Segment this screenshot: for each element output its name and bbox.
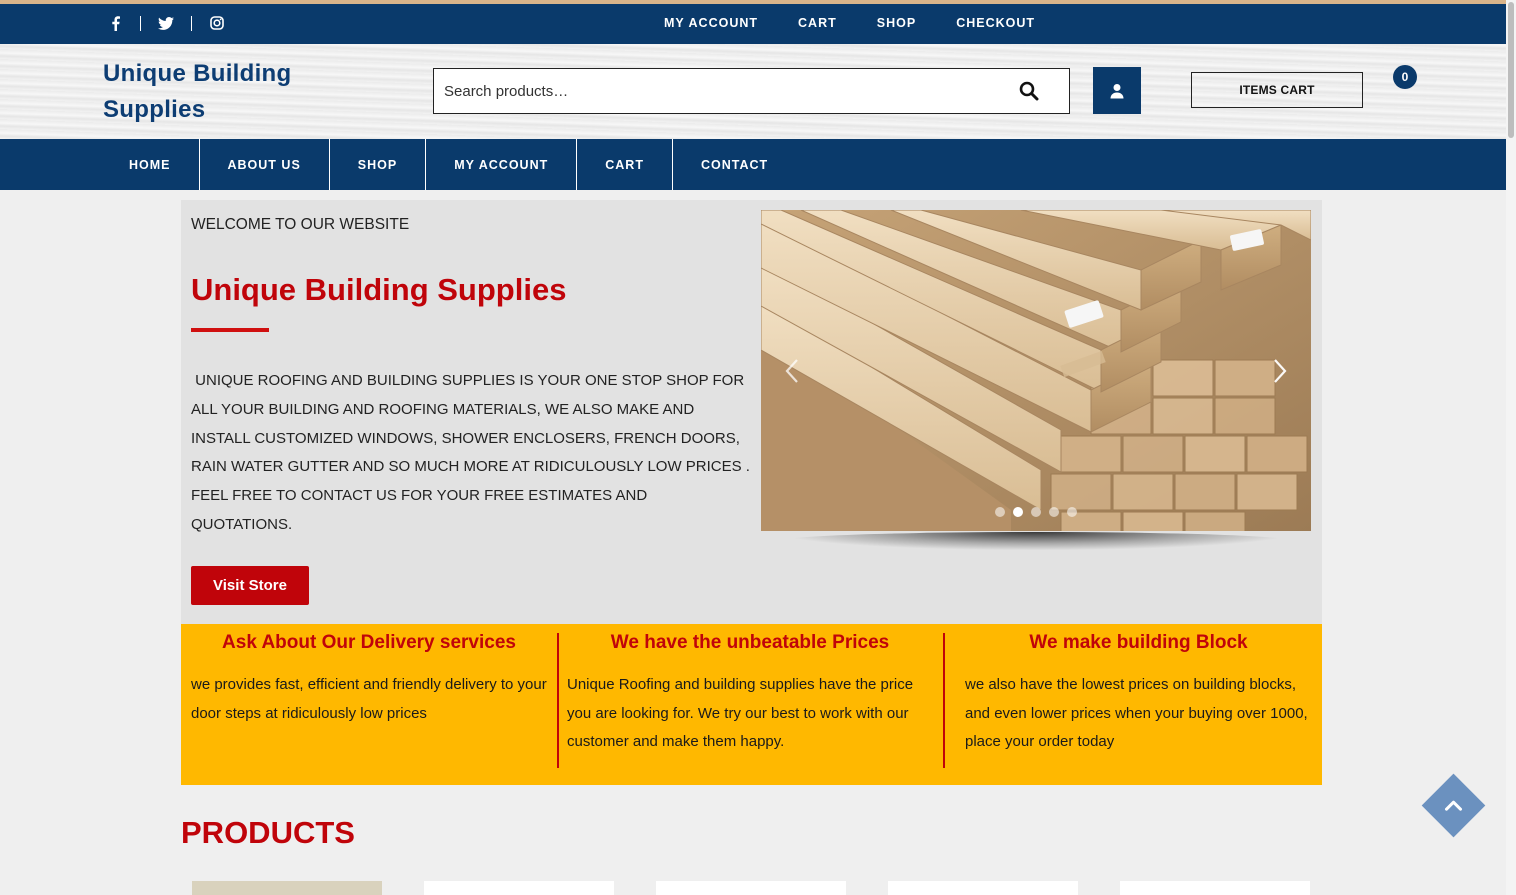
search-box [433, 68, 1070, 114]
social-divider [191, 15, 192, 31]
product-card[interactable] [424, 881, 614, 895]
nav-link-about-us[interactable]: ABOUT US [228, 158, 301, 172]
page-scrollbar[interactable] [1506, 0, 1516, 895]
features-strip: Ask About Our Delivery services we provi… [181, 624, 1322, 785]
slider-dot[interactable] [995, 507, 1005, 517]
slider-dot-active[interactable] [1013, 507, 1023, 517]
search-icon[interactable] [1019, 81, 1039, 101]
product-card[interactable] [888, 881, 1078, 895]
nav-link-my-account[interactable]: MY ACCOUNT [454, 158, 548, 172]
feature-title: We have the unbeatable Prices [610, 632, 890, 653]
topnav-shop[interactable]: SHOP [877, 16, 916, 30]
image-slider[interactable] [761, 210, 1311, 531]
nav-link-home[interactable]: HOME [129, 158, 171, 172]
slider-dot[interactable] [1049, 507, 1059, 517]
products-heading: PRODUCTS [181, 815, 355, 850]
product-card[interactable] [1120, 881, 1310, 895]
slider-dot[interactable] [1031, 507, 1041, 517]
nav-item-about-us[interactable]: ABOUT US [200, 139, 330, 190]
lumber-stack-image [761, 210, 1311, 531]
nav-link-shop[interactable]: SHOP [358, 158, 397, 172]
slider-pagination [995, 507, 1077, 517]
product-card[interactable] [656, 881, 846, 895]
account-button[interactable] [1093, 67, 1141, 114]
facebook-icon[interactable] [104, 12, 126, 34]
product-card[interactable] [192, 881, 382, 895]
visit-store-button[interactable]: Visit Store [191, 566, 309, 605]
top-bar: MY ACCOUNT CART SHOP CHECKOUT [0, 0, 1506, 44]
hero-title: Unique Building Supplies [191, 272, 567, 307]
welcome-text: WELCOME TO OUR WEBSITE [191, 216, 410, 233]
chevron-up-icon [1445, 800, 1462, 811]
nav-item-contact[interactable]: CONTACT [673, 139, 796, 190]
scrollbar-thumb[interactable] [1508, 2, 1514, 138]
instagram-icon[interactable] [206, 12, 228, 34]
user-icon [1110, 83, 1124, 98]
title-underline [191, 328, 269, 332]
topnav-cart[interactable]: CART [798, 16, 837, 30]
nav-item-shop[interactable]: SHOP [330, 139, 427, 190]
nav-item-cart[interactable]: CART [577, 139, 673, 190]
feature-blocks: We make building Block we also have the … [943, 624, 1322, 785]
nav-link-cart[interactable]: CART [605, 158, 644, 172]
nav-item-home[interactable]: HOME [101, 139, 200, 190]
search-input[interactable] [434, 69, 1069, 113]
nav-item-my-account[interactable]: MY ACCOUNT [426, 139, 578, 190]
scroll-to-top-button[interactable] [1421, 773, 1486, 838]
main-nav: HOME ABOUT US SHOP MY ACCOUNT CART CONTA… [0, 139, 1506, 190]
feature-prices: We have the unbeatable Prices Unique Roo… [557, 624, 943, 785]
social-links [104, 12, 228, 34]
hero-section: WELCOME TO OUR WEBSITE Unique Building S… [181, 200, 1322, 624]
items-cart-button[interactable]: ITEMS CART [1191, 72, 1363, 108]
slider-dot[interactable] [1067, 507, 1077, 517]
hero-description: UNIQUE ROOFING AND BUILDING SUPPLIES IS … [191, 372, 755, 533]
feature-text: we provides fast, efficient and friendly… [191, 676, 547, 722]
slider-next-arrow[interactable] [1267, 358, 1291, 384]
feature-text: we also have the lowest prices on buildi… [965, 676, 1308, 751]
feature-title: We make building Block [1029, 632, 1248, 653]
topnav-my-account[interactable]: MY ACCOUNT [664, 16, 758, 30]
site-header: Unique Building Supplies ITEMS CART 0 [0, 44, 1506, 139]
feature-delivery: Ask About Our Delivery services we provi… [181, 624, 557, 785]
feature-title: Ask About Our Delivery services [222, 632, 516, 653]
site-logo[interactable]: Unique Building Supplies [103, 56, 363, 128]
topnav-checkout[interactable]: CHECKOUT [956, 16, 1035, 30]
feature-text: Unique Roofing and building supplies hav… [567, 676, 914, 751]
slider-prev-arrow[interactable] [781, 358, 805, 384]
slider-shadow [781, 532, 1291, 550]
nav-link-contact[interactable]: CONTACT [701, 158, 768, 172]
top-nav: MY ACCOUNT CART SHOP CHECKOUT [664, 16, 1035, 30]
cart-count-badge[interactable]: 0 [1393, 65, 1417, 89]
twitter-icon[interactable] [155, 12, 177, 34]
social-divider [140, 15, 141, 31]
